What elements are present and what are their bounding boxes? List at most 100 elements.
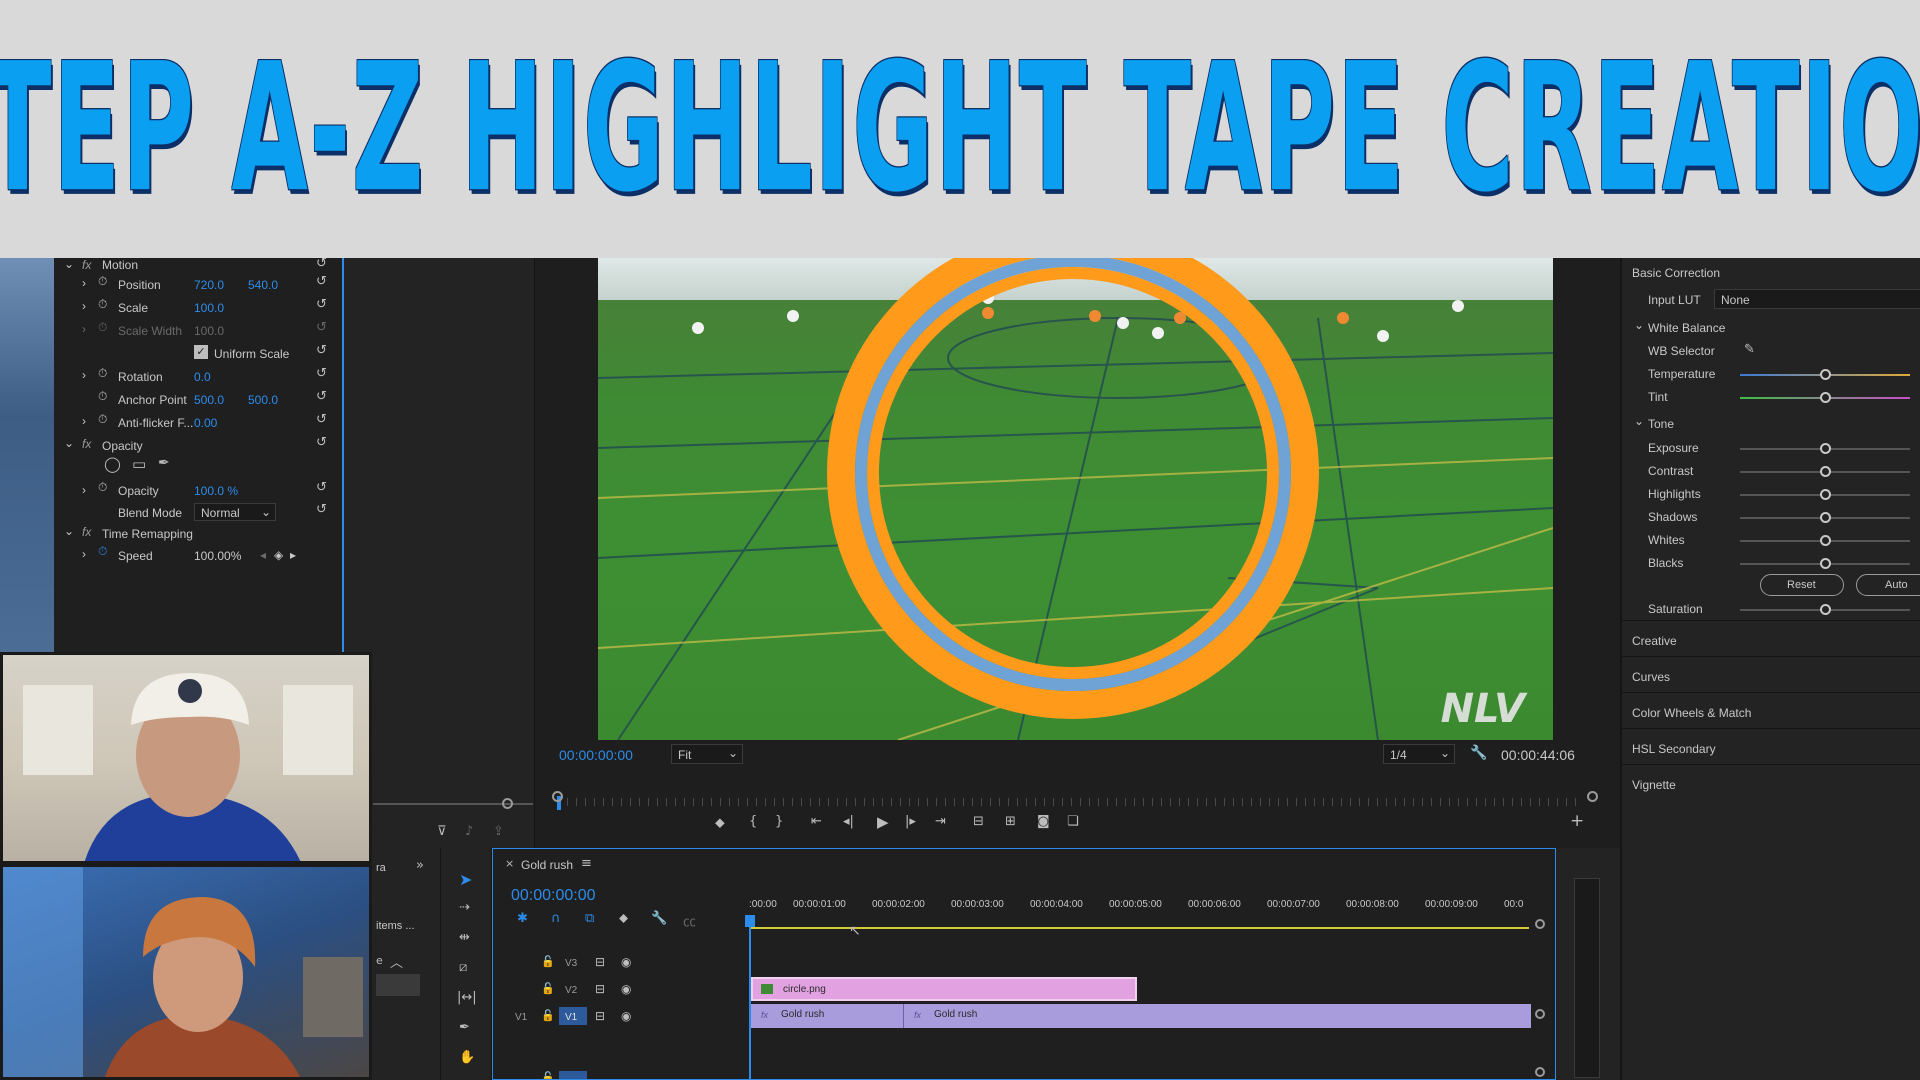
curves-section[interactable]: Curves <box>1632 670 1670 684</box>
collapse-tone-icon[interactable]: ⌄ <box>1634 414 1644 428</box>
add-marker-icon[interactable]: ⬥ <box>715 815 725 831</box>
lock-icon[interactable]: 🔓 <box>541 955 555 968</box>
hand-tool-icon[interactable]: ✋ <box>459 1050 475 1065</box>
linked-selection-icon[interactable]: ⧉ <box>585 911 594 926</box>
hsl-secondary-section[interactable]: HSL Secondary <box>1632 742 1716 756</box>
scroll-handle[interactable] <box>1535 1067 1545 1077</box>
slip-tool-icon[interactable]: |↔| <box>457 990 477 1005</box>
scroll-handle[interactable] <box>1535 919 1545 929</box>
program-video-frame[interactable]: NLV <box>598 258 1553 740</box>
more-panels-icon[interactable]: » <box>416 858 424 873</box>
razor-tool-icon[interactable]: ⧄ <box>459 960 467 975</box>
saturation-slider[interactable] <box>1740 604 1910 615</box>
collapse-white-balance-icon[interactable]: ⌄ <box>1634 318 1644 332</box>
pen-mask-icon[interactable]: ✒ <box>158 455 170 471</box>
reset-icon[interactable]: ↺ <box>316 274 327 289</box>
slider-knob[interactable] <box>1820 535 1831 546</box>
snap-icon[interactable]: ∩ <box>551 911 561 926</box>
input-lut-select[interactable]: None <box>1714 289 1920 309</box>
track-target-a1[interactable] <box>559 1071 587 1079</box>
prev-keyframe-icon[interactable]: ◂ <box>260 548 266 562</box>
compare-view-icon[interactable]: ❏ <box>1067 814 1079 829</box>
step-back-icon[interactable]: ◂| <box>843 814 854 829</box>
add-keyframe-icon[interactable]: ◈ <box>274 548 283 562</box>
expand-scale-icon[interactable]: › <box>82 299 86 313</box>
white-balance-header[interactable]: White Balance <box>1648 321 1725 335</box>
position-y-value[interactable]: 540.0 <box>248 278 278 292</box>
zoom-handle-right[interactable] <box>1587 791 1598 802</box>
collapse-opacity-icon[interactable]: ⌄ <box>64 436 74 450</box>
sync-lock-icon[interactable]: ⊟ <box>595 955 605 969</box>
nest-icon[interactable]: ✱ <box>517 911 528 926</box>
slider-knob[interactable] <box>1820 558 1831 569</box>
reset-icon[interactable]: ↺ <box>316 435 327 450</box>
expand-anti-flicker-icon[interactable]: › <box>82 414 86 428</box>
creative-section[interactable]: Creative <box>1632 634 1677 648</box>
slider-knob[interactable] <box>1820 443 1831 454</box>
reset-icon[interactable]: ↺ <box>316 502 327 517</box>
expand-scale-width-icon[interactable]: › <box>82 322 86 336</box>
opacity-value[interactable]: 100.0 % <box>194 484 238 498</box>
source-patch-v1[interactable]: V1 <box>515 1012 527 1023</box>
uniform-scale-checkbox[interactable]: ✓ <box>194 345 208 359</box>
rotation-value[interactable]: 0.0 <box>194 370 211 384</box>
chevron-up-icon[interactable]: ︿ <box>390 952 403 971</box>
tint-slider[interactable] <box>1740 392 1910 403</box>
track-select-tool-icon[interactable]: ⇢ <box>459 900 470 915</box>
position-x-value[interactable]: 720.0 <box>194 278 224 292</box>
expand-position-icon[interactable]: › <box>82 276 86 290</box>
color-wheels-section[interactable]: Color Wheels & Match <box>1632 706 1751 720</box>
anchor-y-value[interactable]: 500.0 <box>248 393 278 407</box>
lock-icon[interactable]: 🔓 <box>541 1071 555 1079</box>
expand-opacity-icon[interactable]: › <box>82 483 86 497</box>
eyedropper-icon[interactable]: ✎ <box>1744 342 1755 357</box>
eye-icon[interactable]: ◉ <box>621 955 631 969</box>
anti-flicker-value[interactable]: 0.00 <box>194 416 217 430</box>
settings-wrench-icon[interactable]: 🔧 <box>651 911 667 926</box>
captions-icon[interactable]: ㏄ <box>683 911 696 930</box>
speed-value[interactable]: 100.00% <box>194 549 241 563</box>
next-keyframe-icon[interactable]: ▸ <box>290 548 296 562</box>
fit-select[interactable]: Fit ⌄ <box>671 744 743 764</box>
sync-lock-icon[interactable]: ⊟ <box>595 982 605 996</box>
slider-knob[interactable] <box>1820 466 1831 477</box>
scale-value[interactable]: 100.0 <box>194 301 224 315</box>
rectangle-mask-icon[interactable]: ▭ <box>132 455 146 473</box>
lock-icon[interactable]: 🔓 <box>541 1009 555 1022</box>
add-button-icon[interactable]: + <box>1570 811 1584 831</box>
close-tab-icon[interactable]: × <box>505 857 514 870</box>
lock-icon[interactable]: 🔓 <box>541 982 555 995</box>
stopwatch-icon[interactable]: ⏱ <box>98 389 107 404</box>
panel-menu-icon[interactable]: ≡ <box>581 856 592 871</box>
mark-out-icon[interactable]: } <box>775 814 783 829</box>
sync-lock-icon[interactable]: ⊟ <box>595 1009 605 1023</box>
bin-tab[interactable]: ra <box>376 862 386 874</box>
expand-rotation-icon[interactable]: › <box>82 368 86 382</box>
stopwatch-icon[interactable]: ⏱ <box>98 297 107 312</box>
eye-icon[interactable]: ◉ <box>621 982 631 996</box>
stopwatch-icon[interactable]: ⏱ <box>98 544 107 559</box>
ellipse-mask-icon[interactable]: ◯ <box>104 455 121 473</box>
selection-tool-icon[interactable]: ➤ <box>459 870 472 889</box>
zoom-handle-left[interactable] <box>552 791 563 802</box>
slider-knob[interactable] <box>1820 392 1831 403</box>
track-label-v2[interactable]: V2 <box>565 985 577 996</box>
sort-icon[interactable]: e <box>376 954 383 967</box>
clip-gold-rush-2[interactable]: fx Gold rush <box>903 1004 1531 1028</box>
monitor-time-ruler[interactable] <box>558 798 1576 806</box>
reset-icon[interactable]: ↺ <box>316 412 327 427</box>
vignette-section[interactable]: Vignette <box>1632 778 1676 792</box>
lift-icon[interactable]: ⊟ <box>973 814 984 829</box>
contrast-slider[interactable] <box>1740 466 1910 477</box>
slider-knob[interactable] <box>1820 369 1831 380</box>
camera-icon[interactable]: ◙ <box>1037 814 1050 829</box>
clip-gold-rush-1[interactable]: fx Gold rush <box>751 1004 903 1028</box>
shadows-slider[interactable] <box>1740 512 1910 523</box>
anchor-x-value[interactable]: 500.0 <box>194 393 224 407</box>
filter-icon[interactable]: ⊽ <box>437 824 447 839</box>
reset-icon[interactable]: ↺ <box>316 258 327 271</box>
exposure-slider[interactable] <box>1740 443 1910 454</box>
extract-icon[interactable]: ⊞ <box>1005 814 1016 829</box>
pen-tool-icon[interactable]: ✒ <box>459 1020 470 1035</box>
whites-slider[interactable] <box>1740 535 1910 546</box>
